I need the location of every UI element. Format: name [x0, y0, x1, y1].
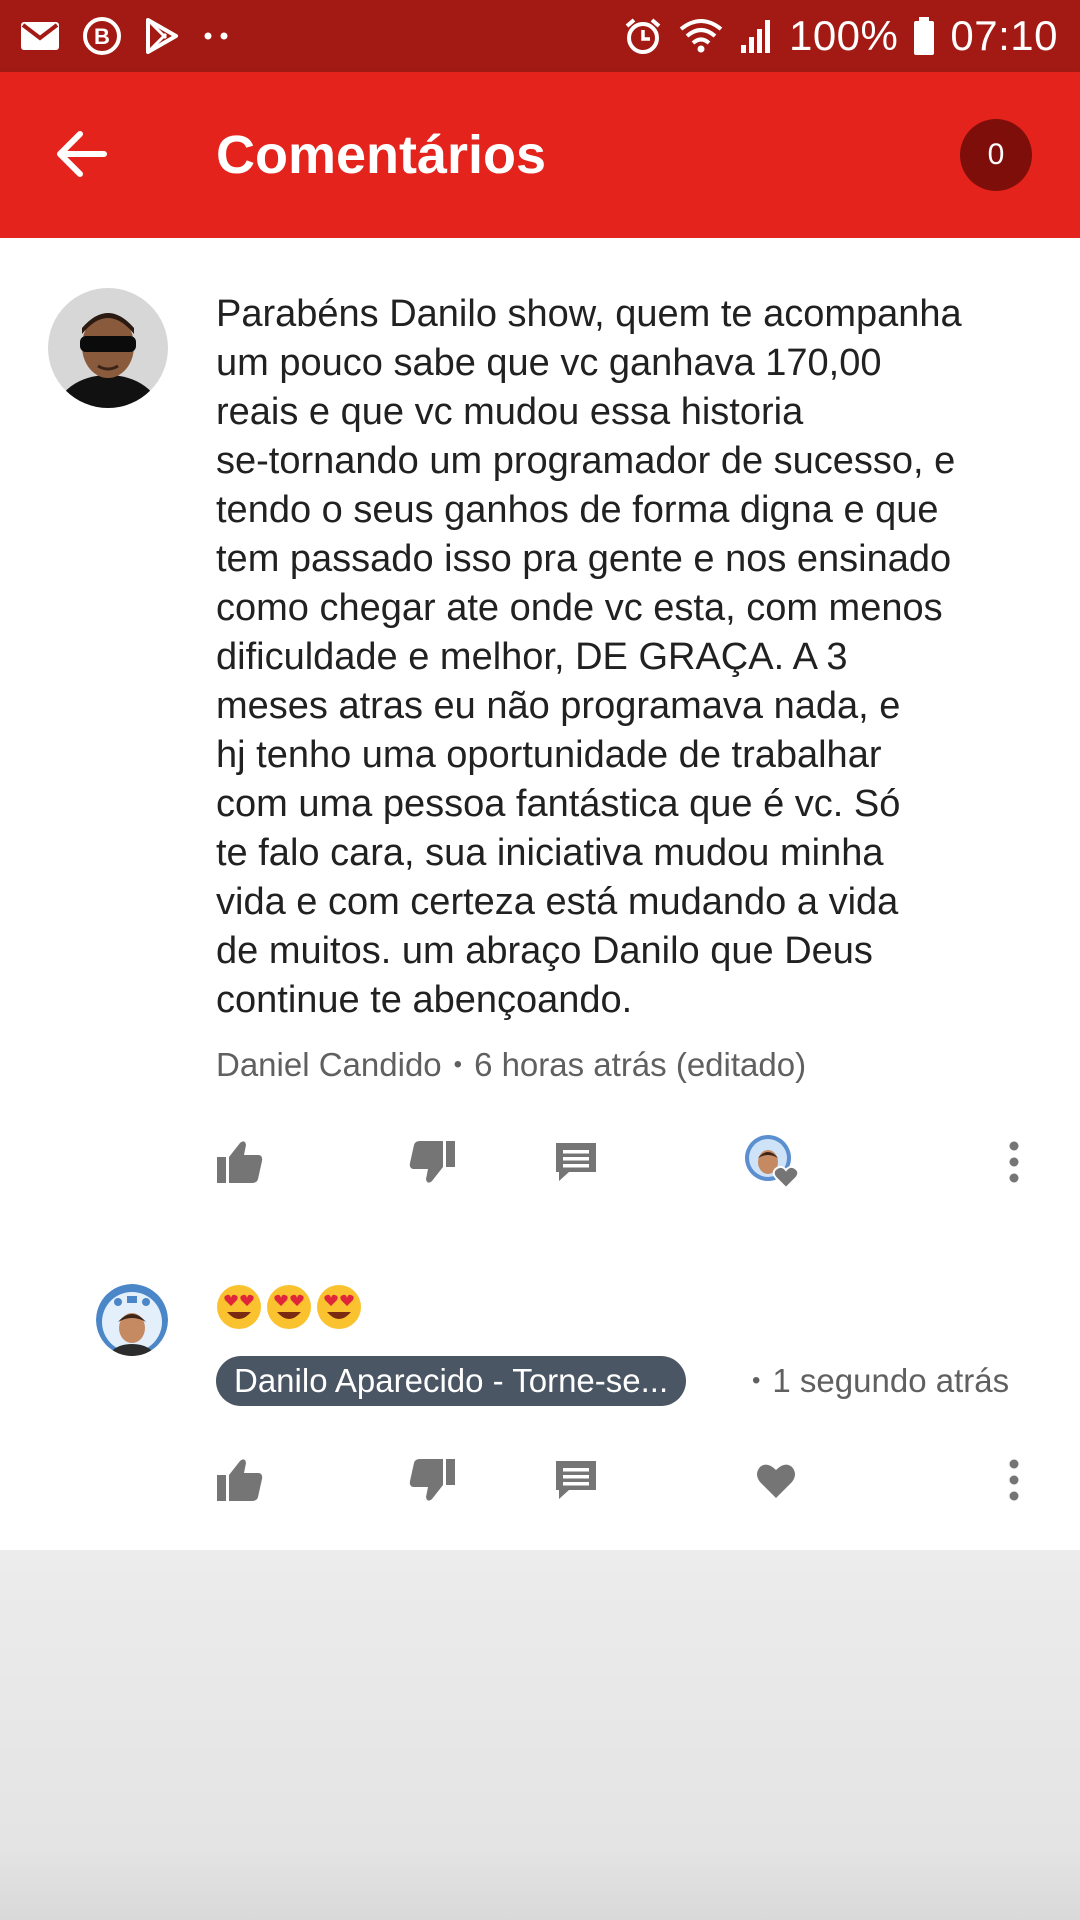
signal-icon	[739, 17, 775, 55]
heart-button[interactable]	[744, 1448, 808, 1512]
reply-meta: • 1 segundo atrás	[740, 1356, 1009, 1406]
reply-text: 😍😍😍	[216, 1284, 362, 1340]
meta-separator: •	[752, 1367, 761, 1394]
comment-meta: Daniel Candido • 6 horas atrás (editado)	[216, 1046, 806, 1084]
reply-avatar[interactable]	[96, 1284, 168, 1356]
battery-icon	[912, 16, 936, 56]
creator-heart-icon	[745, 1135, 800, 1190]
thumbs-up-icon	[217, 1459, 263, 1501]
status-bar: B 100% 07:10	[0, 0, 1080, 72]
thumbs-up-icon	[217, 1141, 263, 1183]
comment-actions	[0, 1130, 1080, 1200]
comment-count-badge: 0	[960, 119, 1032, 191]
email-icon	[20, 20, 60, 52]
reply-more-button[interactable]	[994, 1448, 1034, 1512]
comment-author[interactable]: Daniel Candido	[216, 1046, 442, 1084]
b-app-icon: B	[82, 16, 122, 56]
more-vert-icon	[1009, 1141, 1019, 1183]
more-dots-icon	[202, 30, 232, 42]
reply-button[interactable]	[544, 1130, 608, 1194]
creator-heart-badge[interactable]	[740, 1130, 810, 1194]
heart-icon	[757, 1464, 795, 1498]
comment-text: Parabéns Danilo show, quem te acompanha …	[216, 293, 962, 1021]
dislike-button[interactable]	[400, 1130, 464, 1194]
like-button[interactable]	[208, 1130, 272, 1194]
meta-separator: •	[453, 1051, 463, 1078]
heart-eyes-emoji-icon	[267, 1285, 311, 1329]
reply-actions	[0, 1448, 1080, 1518]
play-store-icon	[144, 17, 180, 55]
dislike-button[interactable]	[400, 1448, 464, 1512]
thumbs-down-icon	[409, 1459, 455, 1501]
back-button[interactable]	[50, 122, 114, 186]
svg-text:B: B	[94, 24, 110, 49]
app-bar: Comentários 0	[0, 72, 1080, 238]
page-title: Comentários	[216, 125, 547, 185]
comment-time: 6 horas atrás (editado)	[474, 1046, 807, 1083]
alarm-icon	[623, 16, 663, 56]
comment-icon	[556, 1461, 596, 1499]
like-button[interactable]	[208, 1448, 272, 1512]
empty-area	[0, 1550, 1080, 1920]
wifi-icon	[677, 17, 725, 55]
thumbs-down-icon	[409, 1141, 455, 1183]
back-arrow-icon	[57, 131, 107, 177]
reply-button[interactable]	[544, 1448, 608, 1512]
reply-author-chip[interactable]: Danilo Aparecido - Torne-se...	[216, 1356, 687, 1406]
comment-more-button[interactable]	[994, 1130, 1034, 1194]
comments-list: Parabéns Danilo show, quem te acompanha …	[0, 238, 1080, 1550]
comment-icon	[556, 1143, 596, 1181]
clock: 07:10	[950, 12, 1058, 59]
reply-time: 1 segundo atrás	[772, 1362, 1010, 1399]
battery-percent: 100%	[788, 12, 899, 59]
more-vert-icon	[1009, 1459, 1019, 1501]
heart-eyes-emoji-icon	[317, 1285, 361, 1329]
commenter-avatar[interactable]	[48, 288, 168, 408]
heart-eyes-emoji-icon	[217, 1285, 261, 1329]
